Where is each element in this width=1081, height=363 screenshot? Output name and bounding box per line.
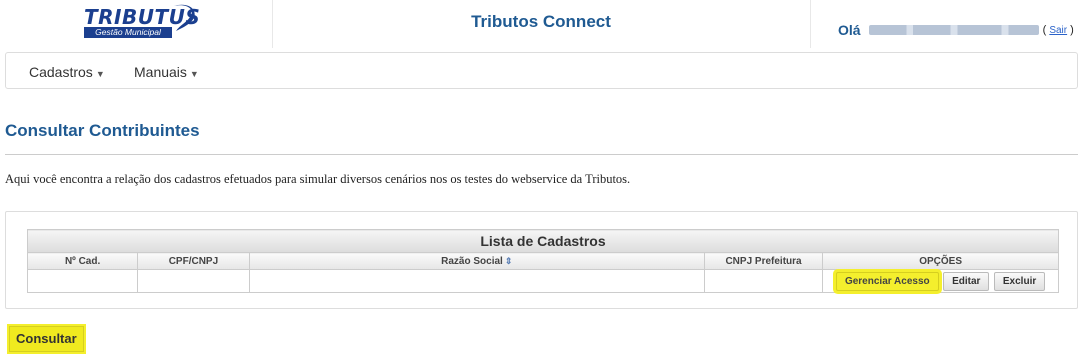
logout-paren-close: ) bbox=[1070, 24, 1074, 36]
nav-manuais-label: Manuais bbox=[134, 64, 187, 80]
cadastros-table: Lista de Cadastros Nº Cad. CPF/CNPJ Razã… bbox=[26, 229, 1059, 293]
app-title: Tributos Connect bbox=[471, 12, 611, 31]
table-caption: Lista de Cadastros bbox=[27, 229, 1059, 253]
user-greeting: Olá ( Sair ) bbox=[838, 22, 1074, 38]
nav-manuais-dropdown[interactable]: Manuais ▼ bbox=[134, 64, 199, 80]
cell-cnpj-prefeitura bbox=[703, 269, 824, 293]
logo-swoosh-icon bbox=[174, 4, 195, 31]
gerenciar-acesso-button[interactable]: Gerenciar Acesso bbox=[835, 271, 939, 291]
nav-cadastros-label: Cadastros bbox=[29, 64, 93, 80]
col-header-razao-social[interactable]: Razão Social ⇕ bbox=[248, 252, 705, 270]
logout-paren-open: ( bbox=[1042, 24, 1047, 36]
col-header-opcoes: OPÇÕES bbox=[822, 252, 1059, 270]
excluir-button[interactable]: Excluir bbox=[993, 271, 1046, 291]
editar-button[interactable]: Editar bbox=[943, 271, 990, 291]
divider bbox=[5, 154, 1078, 155]
cell-cpf-cnpj bbox=[137, 269, 250, 293]
col-header-cpf-cnpj: CPF/CNPJ bbox=[137, 252, 250, 270]
razao-social-label: Razão Social bbox=[441, 255, 503, 267]
caret-down-icon: ▼ bbox=[189, 69, 199, 79]
col-header-num-cad: Nº Cad. bbox=[26, 252, 139, 270]
consultar-button[interactable]: Consultar bbox=[9, 326, 84, 352]
table-row: Gerenciar Acesso Editar Excluir bbox=[26, 269, 1059, 293]
logo-cell: TRIBUTUS Gestão Municipal bbox=[0, 0, 273, 48]
user-cell: Olá ( Sair ) bbox=[810, 0, 1081, 48]
caret-down-icon: ▼ bbox=[95, 69, 105, 79]
cell-razao-social bbox=[248, 269, 705, 293]
cell-num-cad bbox=[26, 269, 139, 293]
logout-link[interactable]: Sair bbox=[1049, 25, 1067, 36]
col-header-cnpj-prefeitura: CNPJ Prefeitura bbox=[703, 252, 824, 270]
logo-subtext: Gestão Municipal bbox=[84, 27, 172, 38]
cell-opcoes: Gerenciar Acesso Editar Excluir bbox=[822, 269, 1059, 293]
header: TRIBUTUS Gestão Municipal Tributos Conne… bbox=[0, 0, 1081, 48]
greeting-text: Olá bbox=[838, 22, 861, 38]
redacted-username bbox=[868, 25, 1039, 35]
page-description: Aqui você encontra a relação dos cadastr… bbox=[5, 172, 631, 186]
results-panel: Lista de Cadastros Nº Cad. CPF/CNPJ Razã… bbox=[5, 211, 1078, 309]
app-title-cell: Tributos Connect bbox=[272, 0, 811, 48]
main-navbar: Cadastros ▼ Manuais ▼ bbox=[5, 52, 1078, 89]
sort-icon[interactable]: ⇕ bbox=[505, 256, 513, 266]
nav-cadastros-dropdown[interactable]: Cadastros ▼ bbox=[29, 64, 105, 80]
page-title: Consultar Contribuintes bbox=[5, 121, 200, 140]
tributus-logo: TRIBUTUS Gestão Municipal bbox=[84, 4, 200, 38]
logout-wrap: ( Sair ) bbox=[1043, 24, 1074, 36]
